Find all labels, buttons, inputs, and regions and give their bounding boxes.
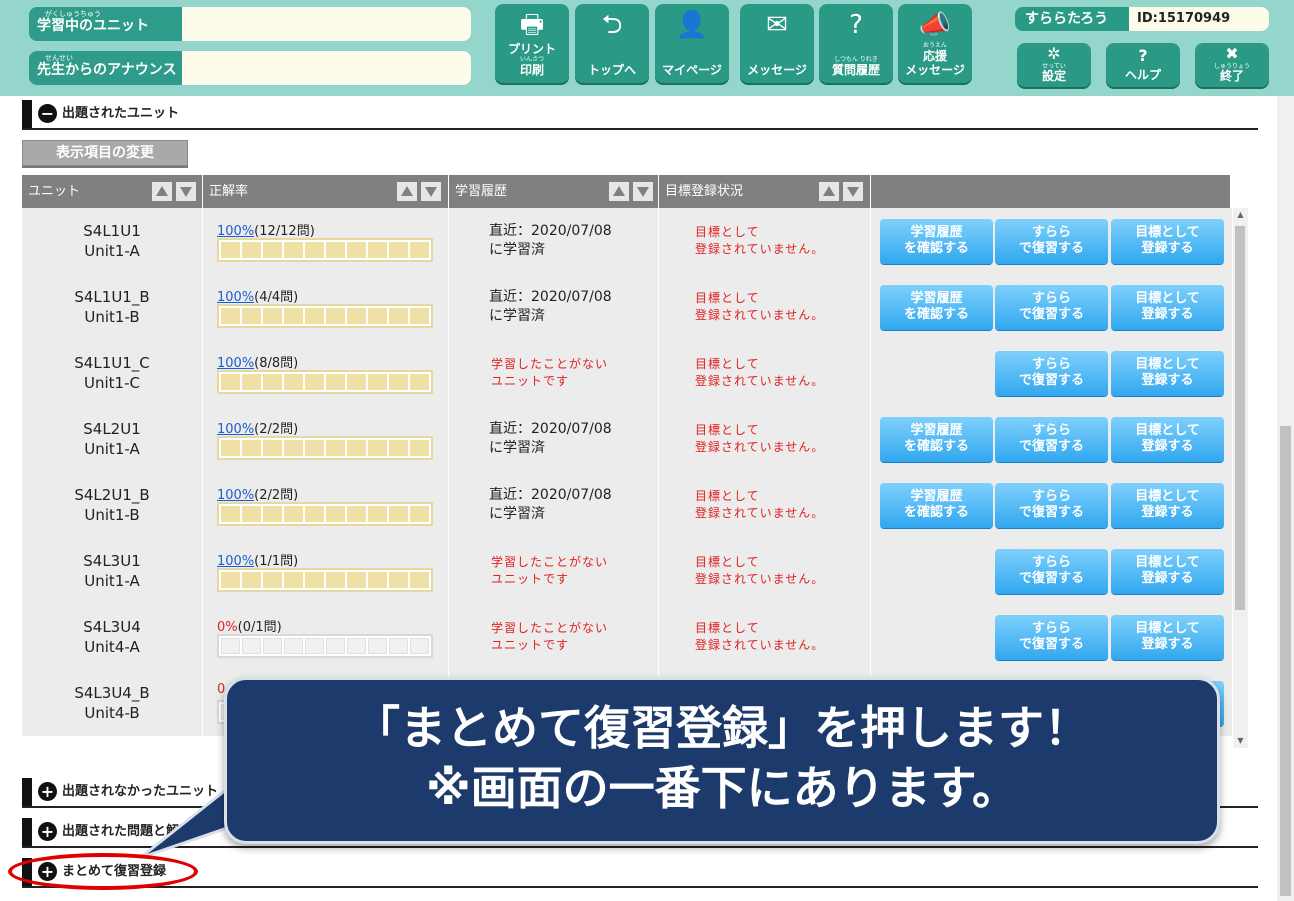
highlight-circle (8, 853, 198, 890)
callout-line2: ※画面の一番下にあります。 (425, 761, 1019, 815)
instruction-callout: 「まとめて復習登録」を押します！ ※画面の一番下にあります。 (224, 677, 1220, 844)
callout-line1: 「まとめて復習登録」を押します！ (354, 701, 1090, 755)
